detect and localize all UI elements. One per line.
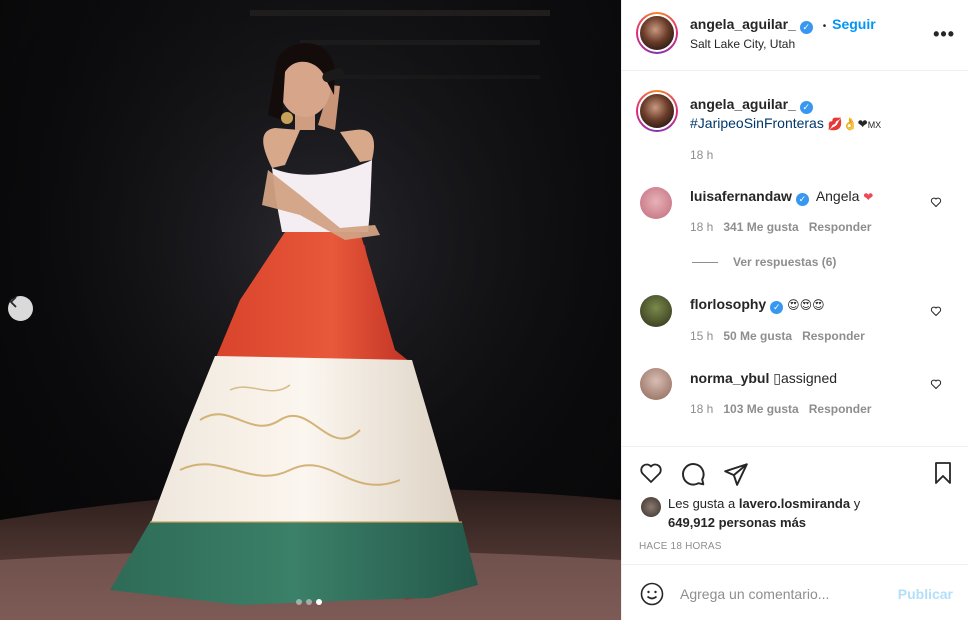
comment-username[interactable]: luisafernandaw (690, 188, 792, 204)
add-comment-bar: Agrega un comentario... Publicar (622, 564, 968, 620)
post-side-panel: angela_aguilar_ ✓ • Seguir Salt Lake City… (621, 0, 968, 620)
author-avatar[interactable] (636, 12, 678, 54)
publish-button[interactable]: Publicar (898, 586, 953, 602)
heart-icon[interactable] (638, 461, 664, 485)
share-icon[interactable] (723, 461, 749, 487)
comment-likes[interactable]: 103 Me gusta (723, 402, 798, 416)
carousel-dot-active (316, 599, 322, 605)
more-icon[interactable]: ••• (933, 24, 955, 45)
reply-button[interactable]: Responder (809, 220, 872, 234)
caption-username[interactable]: angela_aguilar_ (690, 96, 796, 112)
comment-text-suffix: assigned (780, 370, 838, 386)
likes-summary: Les gusta a lavero.losmiranda y 649,912 … (668, 494, 860, 532)
verified-icon: ✓ (770, 301, 784, 314)
reply-button[interactable]: Responder (809, 402, 872, 416)
replies-line (692, 262, 718, 263)
liker-avatar[interactable] (641, 497, 661, 517)
carousel-dot (306, 599, 312, 605)
view-replies-button[interactable]: Ver respuestas (6) (733, 255, 836, 269)
comment-time[interactable]: 18 h (690, 402, 713, 416)
likes-prefix: Les gusta a (668, 496, 739, 511)
comment-username[interactable]: florlosophy (690, 296, 766, 312)
caption-body: #JaripeoSinFronteras 💋👌❤MX (690, 115, 881, 131)
comment-emoji: 😍😍😍 (787, 298, 825, 312)
comment-avatar[interactable] (640, 368, 672, 400)
comment-emoji: ❤ (863, 190, 874, 204)
hashtag-link[interactable]: #JaripeoSinFronteras (690, 115, 824, 131)
comment-avatar[interactable] (640, 295, 672, 327)
caption-flag: MX (867, 120, 882, 130)
liker-username[interactable]: lavero.losmiranda (739, 496, 850, 511)
comment-likes[interactable]: 341 Me gusta (723, 220, 798, 234)
caption-emoji: 💋👌❤ (827, 117, 868, 131)
comment-text: Angela (815, 188, 860, 204)
comment-text: ▯ (773, 370, 781, 386)
carousel-prev-button[interactable] (8, 296, 33, 321)
caption-time[interactable]: 18 h (690, 148, 713, 162)
comment-line: luisafernandaw ✓ Angela ❤ (690, 188, 873, 206)
reply-button[interactable]: Responder (802, 329, 865, 343)
comment-input[interactable]: Agrega un comentario... (680, 586, 829, 602)
caption-header: angela_aguilar_ ✓ (690, 96, 813, 114)
comment-line: florlosophy ✓ 😍😍😍 (690, 296, 825, 314)
heart-icon[interactable] (930, 196, 942, 208)
bookmark-icon[interactable] (931, 460, 955, 486)
performer-photo (0, 0, 621, 620)
comment-username[interactable]: norma_ybul (690, 370, 769, 386)
carousel-dot (296, 599, 302, 605)
chevron-left-icon (9, 296, 17, 308)
verified-icon: ✓ (799, 21, 813, 34)
post-actions-section: Les gusta a lavero.losmiranda y 649,912 … (622, 446, 968, 620)
comment-likes[interactable]: 50 Me gusta (723, 329, 792, 343)
likes-others[interactable]: 649,912 personas más (668, 515, 806, 530)
post-time-ago[interactable]: HACE 18 HORAS (639, 541, 722, 552)
comment-line: norma_ybul ▯assigned (690, 370, 837, 387)
carousel-indicator (296, 599, 322, 605)
follow-button[interactable]: Seguir (832, 16, 876, 32)
comment-meta: 18 h 341 Me gusta Responder (690, 220, 871, 234)
comment-icon[interactable] (680, 461, 706, 487)
post-header: angela_aguilar_ ✓ • Seguir Salt Lake City… (622, 0, 968, 71)
author-line: angela_aguilar_ ✓ • Seguir (690, 16, 876, 34)
comment-time[interactable]: 18 h (690, 220, 713, 234)
caption-author-avatar[interactable] (636, 90, 678, 132)
verified-icon: ✓ (799, 101, 813, 114)
post-image[interactable] (0, 0, 621, 620)
comment-meta: 18 h 103 Me gusta Responder (690, 402, 871, 416)
comment-time[interactable]: 15 h (690, 329, 713, 343)
author-username[interactable]: angela_aguilar_ (690, 16, 796, 32)
post-location[interactable]: Salt Lake City, Utah (690, 37, 795, 51)
separator-dot: • (822, 21, 827, 32)
verified-icon: ✓ (795, 193, 809, 206)
comment-avatar[interactable] (640, 187, 672, 219)
comment-meta: 15 h 50 Me gusta Responder (690, 329, 865, 343)
heart-icon[interactable] (930, 378, 942, 390)
emoji-icon[interactable] (640, 582, 664, 606)
likes-and: y (850, 496, 861, 511)
heart-icon[interactable] (930, 305, 942, 317)
